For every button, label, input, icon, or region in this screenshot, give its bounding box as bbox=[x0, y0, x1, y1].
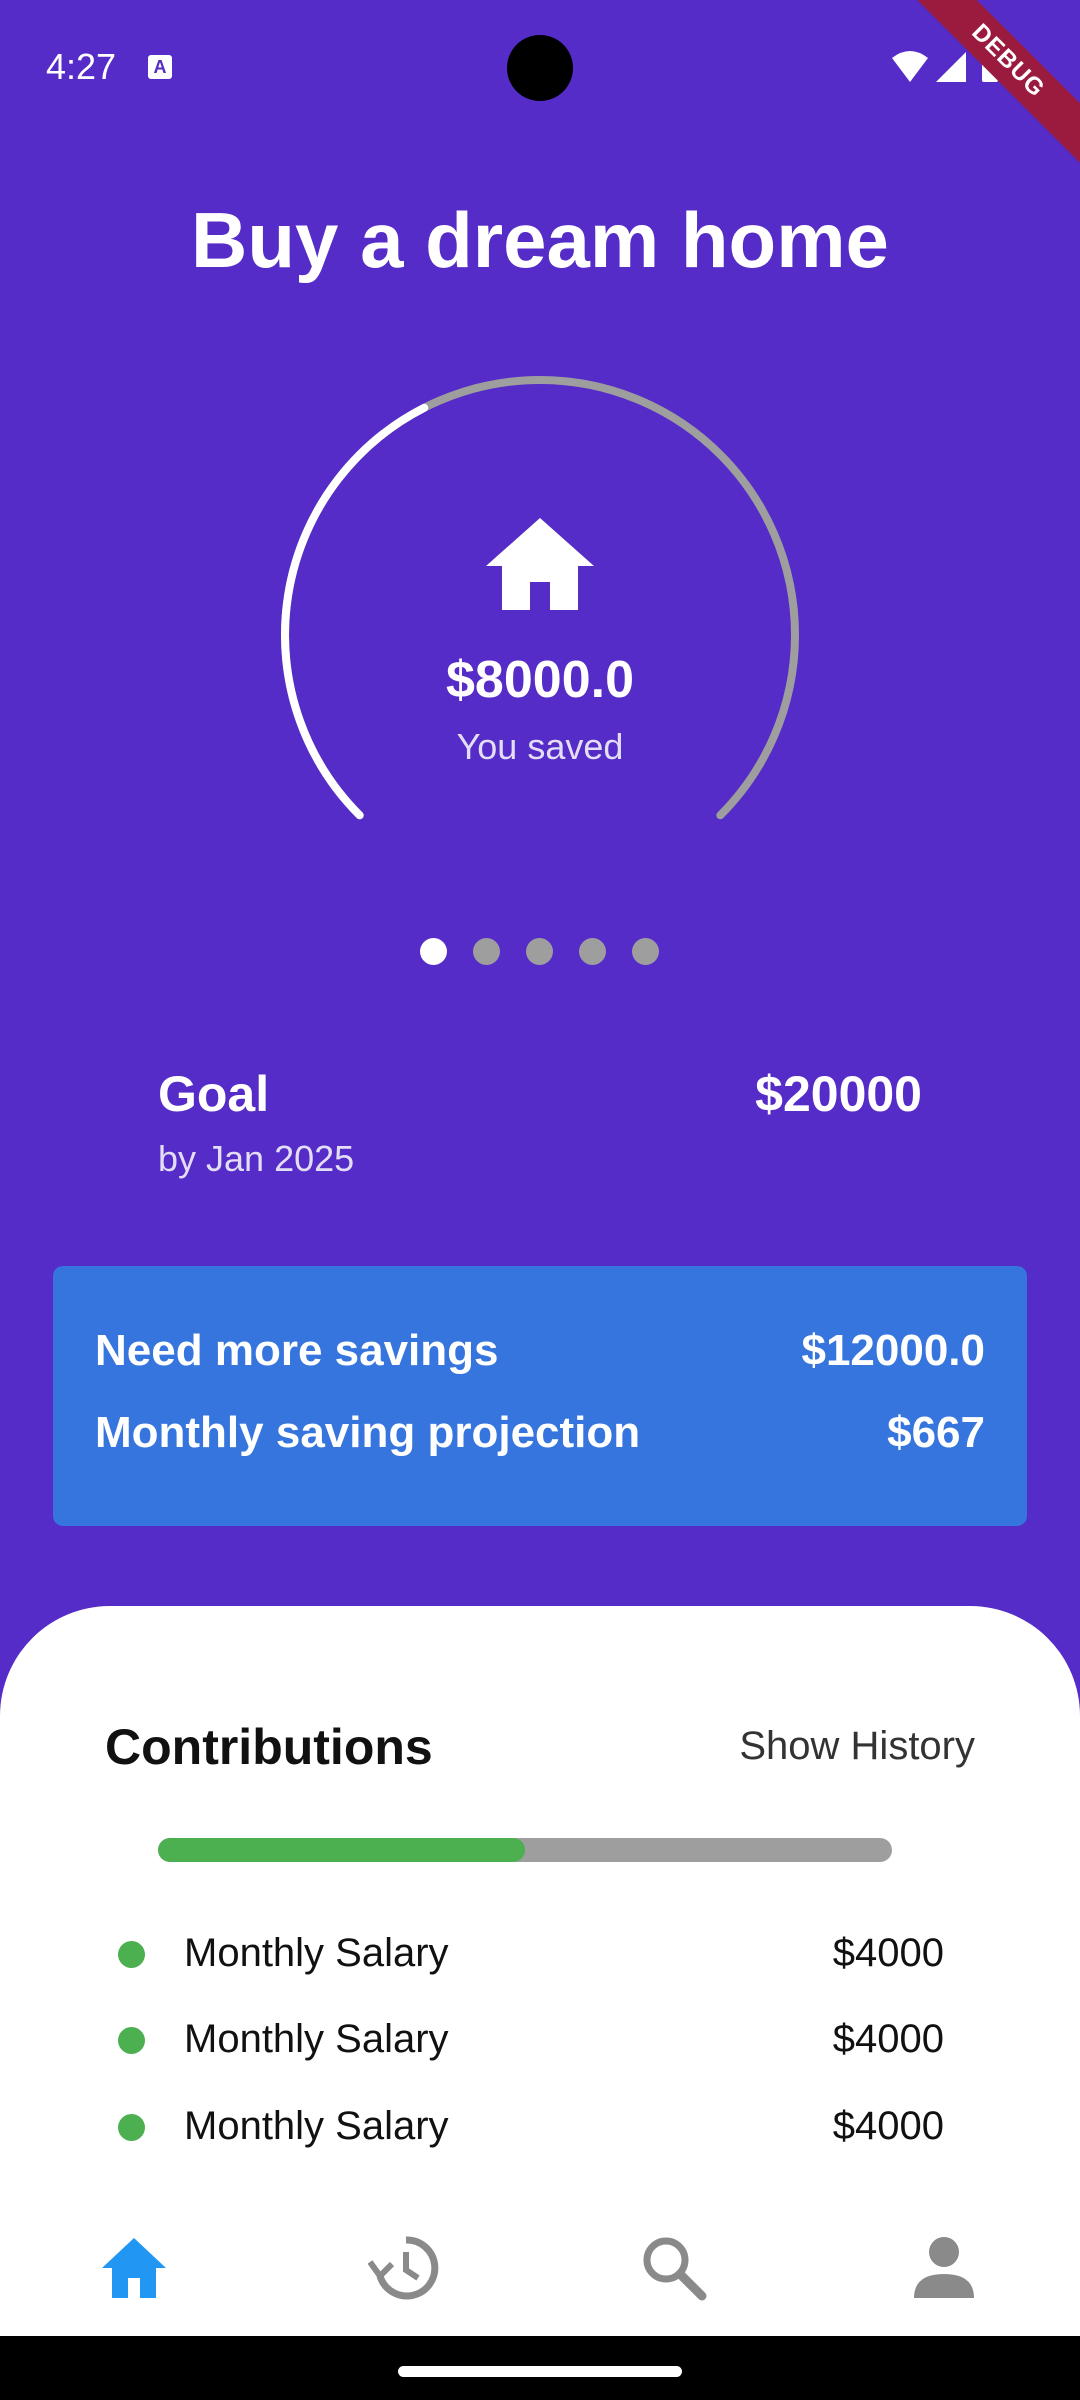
signal-icon bbox=[936, 52, 966, 82]
show-history-button[interactable]: Show History bbox=[739, 1724, 975, 1769]
list-item[interactable]: Monthly Salary $4000 bbox=[0, 2094, 1080, 2164]
contribution-amount: $4000 bbox=[832, 2104, 944, 2148]
status-time: 4:27 bbox=[46, 46, 117, 87]
person-icon[interactable] bbox=[908, 2232, 980, 2304]
saved-amount: $8000.0 bbox=[446, 651, 634, 709]
bullet-dot-icon bbox=[118, 1941, 145, 1968]
list-item[interactable]: Monthly Salary $4000 bbox=[0, 1921, 1080, 1991]
page-dot[interactable] bbox=[526, 938, 553, 965]
history-icon[interactable] bbox=[368, 2232, 440, 2304]
wifi-icon bbox=[892, 51, 928, 82]
list-item[interactable]: Monthly Salary $4000 bbox=[0, 2007, 1080, 2077]
screen: 4:27 A DEBUG Buy a dream home $8000.0 Yo… bbox=[0, 0, 1080, 2400]
goal-amount: $20000 bbox=[755, 1066, 922, 1122]
status-bar: 4:27 A DEBUG bbox=[0, 0, 1080, 175]
contribution-amount: $4000 bbox=[832, 1931, 944, 1975]
projection-row: Monthly saving projection $667 bbox=[95, 1408, 985, 1468]
camera-cutout bbox=[507, 35, 573, 101]
page-dot[interactable] bbox=[632, 938, 659, 965]
contribution-amount: $4000 bbox=[832, 2017, 944, 2061]
contribution-label: Monthly Salary bbox=[184, 1931, 449, 1975]
bullet-dot-icon bbox=[118, 2114, 145, 2141]
savings-summary-card: Need more savings $12000.0 Monthly savin… bbox=[53, 1266, 1027, 1526]
contributions-title: Contributions bbox=[105, 1719, 433, 1775]
need-more-value: $12000.0 bbox=[801, 1326, 985, 1375]
contributions-progress-bar bbox=[158, 1838, 892, 1862]
projection-value: $667 bbox=[887, 1408, 985, 1457]
accessibility-notification-icon: A bbox=[148, 55, 172, 79]
home-gesture-handle[interactable] bbox=[398, 2366, 682, 2377]
home-icon[interactable] bbox=[98, 2232, 170, 2304]
goal-date: by Jan 2025 bbox=[158, 1138, 355, 1179]
page-dot[interactable] bbox=[420, 938, 447, 965]
goal-label: Goal bbox=[158, 1066, 270, 1122]
search-icon[interactable] bbox=[638, 2232, 710, 2304]
saved-label: You saved bbox=[456, 726, 624, 767]
need-more-row: Need more savings $12000.0 bbox=[95, 1326, 985, 1386]
page-indicator[interactable] bbox=[420, 938, 660, 966]
page-dot[interactable] bbox=[579, 938, 606, 965]
contribution-label: Monthly Salary bbox=[184, 2017, 449, 2061]
bottom-navigation bbox=[0, 2190, 1080, 2336]
contribution-label: Monthly Salary bbox=[184, 2104, 449, 2148]
home-icon bbox=[486, 518, 594, 610]
system-navigation-bar bbox=[0, 2336, 1080, 2400]
bullet-dot-icon bbox=[118, 2027, 145, 2054]
page-dot[interactable] bbox=[473, 938, 500, 965]
projection-label: Monthly saving projection bbox=[95, 1408, 641, 1457]
savings-gauge bbox=[281, 376, 799, 820]
need-more-label: Need more savings bbox=[95, 1326, 499, 1375]
contributions-progress-fill bbox=[158, 1838, 525, 1862]
page-title: Buy a dream home bbox=[191, 196, 889, 284]
